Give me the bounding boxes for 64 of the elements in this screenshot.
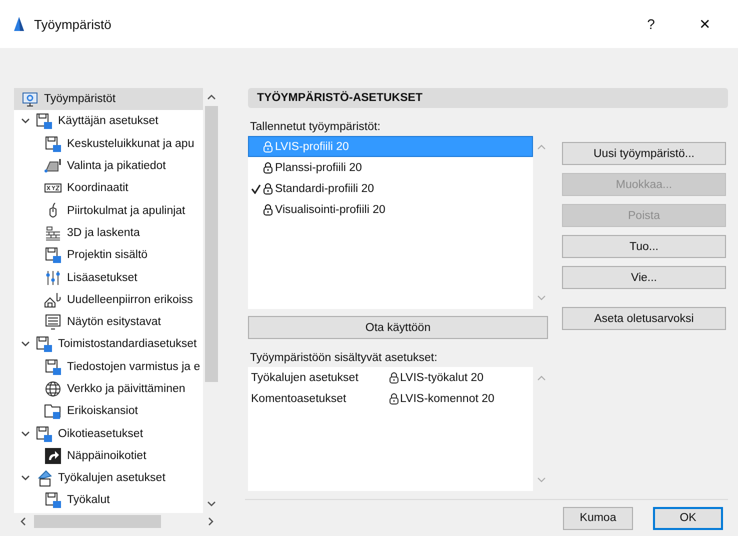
tree-item[interactable]: Uudelleenpiirron erikoiss bbox=[14, 288, 203, 311]
scroll-left-icon[interactable] bbox=[20, 517, 26, 526]
profile-item[interactable]: Standardi-profiili 20 bbox=[248, 178, 533, 199]
profile-name: LVIS-komennot 20 bbox=[400, 392, 494, 404]
tree-item[interactable]: Työkalut bbox=[14, 489, 203, 512]
setting-name: Komentoasetukset bbox=[251, 392, 348, 404]
lock-icon bbox=[263, 203, 273, 216]
apply-button[interactable]: Ota käyttöön bbox=[248, 316, 548, 339]
expanded-chevron-icon[interactable] bbox=[21, 475, 30, 482]
hatch-icon bbox=[44, 157, 62, 176]
tree-item[interactable]: Työympäristöt bbox=[14, 88, 203, 110]
monitor-gear-icon bbox=[21, 90, 39, 108]
scroll-up-icon[interactable] bbox=[207, 94, 216, 100]
lock-icon bbox=[389, 392, 399, 405]
close-button[interactable]: ✕ bbox=[682, 9, 728, 39]
ok-button[interactable]: OK bbox=[653, 506, 723, 530]
folder-icon bbox=[44, 402, 62, 420]
saved-label: Tallennetut työympäristöt: bbox=[249, 120, 382, 135]
help-button[interactable]: ? bbox=[628, 9, 674, 39]
profile-item[interactable]: Visualisointi-profiili 20 bbox=[248, 199, 533, 220]
tree-item[interactable]: Keskusteluikkunat ja apu bbox=[14, 132, 203, 155]
tree-item[interactable]: Erikoiskansiot bbox=[14, 400, 203, 422]
side-button[interactable]: Uusi työympäristö... bbox=[562, 142, 726, 165]
bricks-icon bbox=[44, 224, 62, 242]
tree-item[interactable]: 3D ja laskenta bbox=[14, 222, 203, 244]
tree-item[interactable]: Toimistostandardiasetukset bbox=[14, 333, 203, 356]
section-header: TYÖYMPÄRISTÖ-ASETUKSET bbox=[248, 88, 728, 108]
side-button[interactable]: Tuo... bbox=[562, 235, 726, 258]
side-button[interactable]: Aseta oletusarvoksi bbox=[562, 307, 726, 330]
tree-item[interactable]: Käyttäjän asetukset bbox=[14, 110, 203, 133]
tree-item[interactable]: Tiedostojen varmistus ja e bbox=[14, 356, 203, 378]
tree-item[interactable]: Piirtokulmat ja apulinjat bbox=[14, 199, 203, 222]
profile-name: LVIS-työkalut 20 bbox=[400, 372, 484, 384]
expanded-chevron-icon[interactable] bbox=[21, 341, 30, 348]
included-label: Työympäristöön sisältyvät asetukset: bbox=[249, 351, 438, 366]
lock-icon bbox=[263, 182, 273, 195]
tree-item[interactable]: Näytön esitystavat bbox=[14, 310, 203, 334]
house-icon bbox=[44, 290, 62, 309]
display-icon bbox=[44, 313, 62, 332]
scroll-down-icon[interactable] bbox=[207, 501, 216, 507]
tree-item[interactable]: Valinta ja pikatiedot bbox=[14, 154, 203, 178]
profile-item[interactable]: Planssi-profiili 20 bbox=[248, 157, 533, 178]
tree-item[interactable]: Lisäasetukset bbox=[14, 266, 203, 289]
tree-item[interactable]: Työkalujen asetukset bbox=[14, 467, 203, 490]
window-title: Työympäristö bbox=[34, 16, 112, 32]
lock-icon bbox=[263, 140, 273, 153]
scroll-right-icon[interactable] bbox=[208, 517, 214, 526]
app-icon bbox=[12, 16, 26, 32]
side-button[interactable]: Vie... bbox=[562, 266, 726, 289]
scroll-thumb[interactable] bbox=[205, 106, 218, 382]
sliders-icon bbox=[44, 268, 62, 287]
tree-item[interactable]: Koordinaatit bbox=[14, 177, 203, 200]
cancel-button[interactable]: Kumoa bbox=[563, 506, 633, 530]
tree-item[interactable]: Näppäinoikotiet bbox=[14, 444, 203, 468]
lock-icon bbox=[389, 371, 399, 384]
expanded-chevron-icon[interactable] bbox=[21, 118, 30, 124]
tree-item[interactable]: Oikotieasetukset bbox=[14, 422, 203, 445]
lock-icon bbox=[263, 161, 273, 174]
setting-name: Työkalujen asetukset bbox=[251, 372, 360, 384]
globe-icon bbox=[44, 380, 62, 398]
expanded-chevron-icon[interactable] bbox=[21, 430, 30, 437]
tree-item[interactable]: Projektin sisältö bbox=[14, 244, 203, 266]
scroll-thumb[interactable] bbox=[34, 515, 161, 528]
tree-item[interactable]: Verkko ja päivittäminen bbox=[14, 378, 203, 400]
